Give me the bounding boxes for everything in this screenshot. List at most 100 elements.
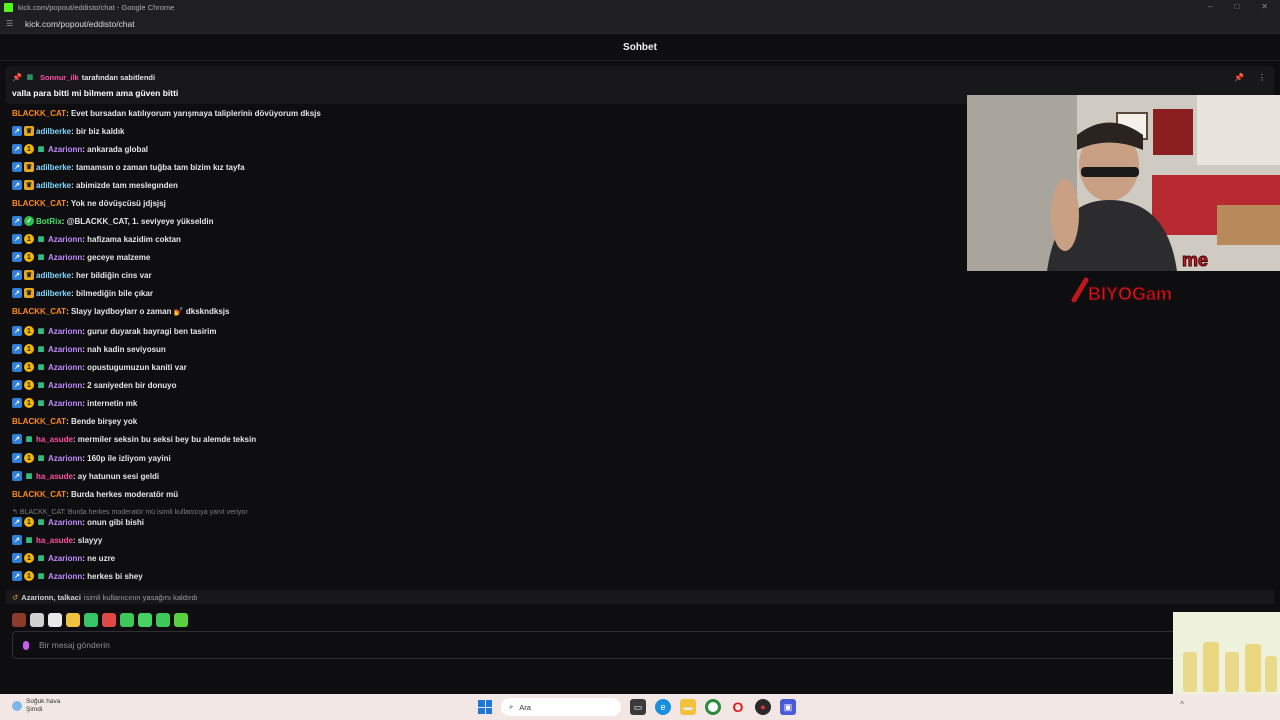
- chat-username[interactable]: Azarionn: [48, 253, 82, 262]
- emote-10-icon[interactable]: [174, 613, 188, 627]
- chrome-icon[interactable]: [705, 699, 721, 715]
- chat-message[interactable]: ↗ 1 ▦ Azarionn: 160p ile izliyom yayini: [12, 451, 171, 465]
- gift-badge-icon: ▦: [37, 146, 45, 153]
- chat-message[interactable]: BLACKK_CAT: Yok ne dövüşcüsü jdjsjsj: [12, 196, 166, 210]
- weather-widget[interactable]: Soğuk hava Şimdi: [12, 698, 60, 714]
- more-options-icon[interactable]: ⋮: [1258, 73, 1266, 82]
- emote-1-icon[interactable]: [12, 613, 26, 627]
- emote-4-icon[interactable]: [66, 613, 80, 627]
- chat-message[interactable]: BLACKK_CAT: Slayy laydboylarr o zaman 💅 …: [12, 304, 229, 318]
- emote-picker-icon[interactable]: [23, 640, 29, 650]
- edge-icon[interactable]: e: [655, 699, 671, 715]
- chat-username[interactable]: adilberke: [36, 289, 71, 298]
- chat-input-box[interactable]: [12, 631, 1184, 659]
- chat-username[interactable]: BLACKK_CAT: [12, 307, 66, 316]
- gift-badge-icon: ▦: [37, 236, 45, 243]
- chat-message[interactable]: ↗ ▦ ha_asude: mermiler seksin bu seksi bey…: [12, 432, 256, 446]
- chat-message[interactable]: ↗ ♛ adilberke: bir biz kaldık: [12, 124, 124, 138]
- reply-reference-text: BLACKK_CAT: Burda herkes moderatör mü is…: [19, 509, 248, 516]
- chat-username[interactable]: Azarionn: [48, 572, 82, 581]
- minimize-button[interactable]: –: [1208, 2, 1212, 11]
- chat-message[interactable]: ↗ 1 ▦ Azarionn: geceye malzeme: [12, 250, 150, 264]
- file-explorer-icon[interactable]: ▬: [680, 699, 696, 715]
- emote-3-icon[interactable]: [48, 613, 62, 627]
- task-view-icon[interactable]: ▭: [630, 699, 646, 715]
- chat-message[interactable]: ↗ 1 ▦ Azarionn: ankarada global: [12, 142, 148, 156]
- chat-username[interactable]: Azarionn: [48, 327, 82, 336]
- emote-2-icon[interactable]: [30, 613, 44, 627]
- tray-chevron-icon[interactable]: ^: [1180, 700, 1184, 709]
- chat-username[interactable]: adilberke: [36, 127, 71, 136]
- chat-message[interactable]: ↗ ▦ ha_asude: slayyy: [12, 533, 102, 547]
- chat-message[interactable]: ↗ 1 ▦ Azarionn: herkes bi shey: [12, 569, 143, 583]
- chat-username[interactable]: BotRix: [36, 217, 62, 226]
- chat-message[interactable]: ↗ 1 ▦ Azarionn: 2 saniyeden bir donuyo: [12, 378, 176, 392]
- chat-message[interactable]: ↗ 1 ▦ Azarionn: hafizama kazidim coktan: [12, 232, 181, 246]
- chat-username[interactable]: Azarionn: [48, 554, 82, 563]
- chat-message[interactable]: ↗ 1 ▦ Azarionn: ne uzre: [12, 551, 115, 565]
- chat-username[interactable]: Azarionn: [48, 345, 82, 354]
- chat-username[interactable]: adilberke: [36, 163, 71, 172]
- maximize-button[interactable]: □: [1234, 2, 1239, 11]
- unban-icon: ↺: [12, 592, 19, 602]
- overlay-logo-sub: me: [1182, 250, 1208, 270]
- close-button[interactable]: ✕: [1261, 2, 1268, 11]
- chat-username[interactable]: Azarionn: [48, 381, 82, 390]
- chat-username[interactable]: ha_asude: [36, 435, 73, 444]
- taskbar-search[interactable]: ⌕ Ara: [501, 698, 621, 716]
- chat-message[interactable]: ↗ ✓ BotRix: @BLACKK_CAT, 1. seviyeye yükse…: [12, 214, 213, 228]
- chat-username[interactable]: BLACKK_CAT: [12, 490, 66, 499]
- chat-message[interactable]: ↗ ♛ adilberke: tamamsın o zaman tuğba tam …: [12, 160, 245, 174]
- chat-username[interactable]: BLACKK_CAT: [12, 109, 66, 118]
- chat-message-text: : ankarada global: [82, 144, 149, 154]
- chat-username[interactable]: ha_asude: [36, 536, 73, 545]
- chat-username[interactable]: BLACKK_CAT: [12, 417, 66, 426]
- chat-message[interactable]: BLACKK_CAT: Bende birşey yok: [12, 414, 137, 428]
- chat-username[interactable]: ha_asude: [36, 472, 73, 481]
- chat-username[interactable]: Azarionn: [48, 399, 82, 408]
- unpin-icon[interactable]: 📌: [1234, 73, 1244, 82]
- chat-username[interactable]: Azarionn: [48, 363, 82, 372]
- moderator-badge-icon: ↗: [12, 535, 22, 545]
- address-bar[interactable]: ☰ kick.com/popout/eddisto/chat: [0, 14, 1280, 34]
- chat-username[interactable]: adilberke: [36, 271, 71, 280]
- chat-username[interactable]: Azarionn: [48, 145, 82, 154]
- opera-icon[interactable]: O: [730, 699, 746, 715]
- chat-message[interactable]: BLACKK_CAT: Evet bursadan katılıyorum ya…: [12, 106, 321, 120]
- emote-6-icon[interactable]: [102, 613, 116, 627]
- moderator-badge-icon: ↗: [12, 162, 22, 172]
- pinned-by-user[interactable]: Sonnur_ilk: [40, 73, 79, 82]
- gift-badge-icon: ▦: [37, 254, 45, 261]
- chat-message[interactable]: ↗ 1 ▦ Azarionn: gurur duyarak bayragi ben t…: [12, 324, 217, 338]
- chat-message-text: : Burda herkes moderatör mü: [66, 489, 179, 499]
- subscriber-badge-icon: 1: [24, 234, 34, 244]
- emote-5-icon[interactable]: [84, 613, 98, 627]
- emote-8-icon[interactable]: [138, 613, 152, 627]
- emote-9-icon[interactable]: [156, 613, 170, 627]
- chat-message[interactable]: ↗ 1 ▦ Azarionn: opustugumuzun kaniti var: [12, 360, 187, 374]
- browser-title: kick.com/popout/eddisto/chat - Google Ch…: [18, 2, 175, 12]
- chat-username[interactable]: Azarionn: [48, 235, 82, 244]
- chat-message[interactable]: ↗ ▦ ha_asude: ay hatunun sesi geldi: [12, 469, 159, 483]
- chat-username[interactable]: Azarionn: [48, 518, 82, 527]
- app-icon[interactable]: ●: [755, 699, 771, 715]
- chat-message[interactable]: BLACKK_CAT: Burda herkes moderatör mü: [12, 487, 178, 501]
- chat-message-input[interactable]: [39, 640, 939, 650]
- chat-message-list[interactable]: BLACKK_CAT: Evet bursadan katılıyorum ya…: [0, 104, 960, 588]
- teams-icon[interactable]: ▣: [780, 699, 796, 715]
- start-button[interactable]: [478, 700, 492, 714]
- pinned-header: 📌 ▦ Sonnur_ilk tarafından sabitlendi: [12, 72, 1268, 82]
- chat-message[interactable]: ↗ ♛ adilberke: bilmediğin bile çıkar: [12, 286, 153, 300]
- chat-message[interactable]: ↗ 1 ▦ Azarionn: onun gibi bishi: [12, 515, 144, 529]
- chat-message[interactable]: ↗ 1 ▦ Azarionn: nah kadin seviyosun: [12, 342, 166, 356]
- emote-7-icon[interactable]: [120, 613, 134, 627]
- chat-message[interactable]: ↗ ♛ adilberke: abimizde tam meslegınden: [12, 178, 178, 192]
- chat-message[interactable]: ↗ ♛ adilberke: her bildiğin cins var: [12, 268, 152, 282]
- site-settings-icon[interactable]: ☰: [6, 19, 16, 28]
- url-text[interactable]: kick.com/popout/eddisto/chat: [25, 19, 135, 29]
- chat-message[interactable]: ↗ 1 ▦ Azarionn: internetin mk: [12, 396, 137, 410]
- chat-message-text: : ne uzre: [82, 553, 116, 563]
- chat-username[interactable]: adilberke: [36, 181, 71, 190]
- chat-username[interactable]: BLACKK_CAT: [12, 199, 66, 208]
- chat-username[interactable]: Azarionn: [48, 454, 82, 463]
